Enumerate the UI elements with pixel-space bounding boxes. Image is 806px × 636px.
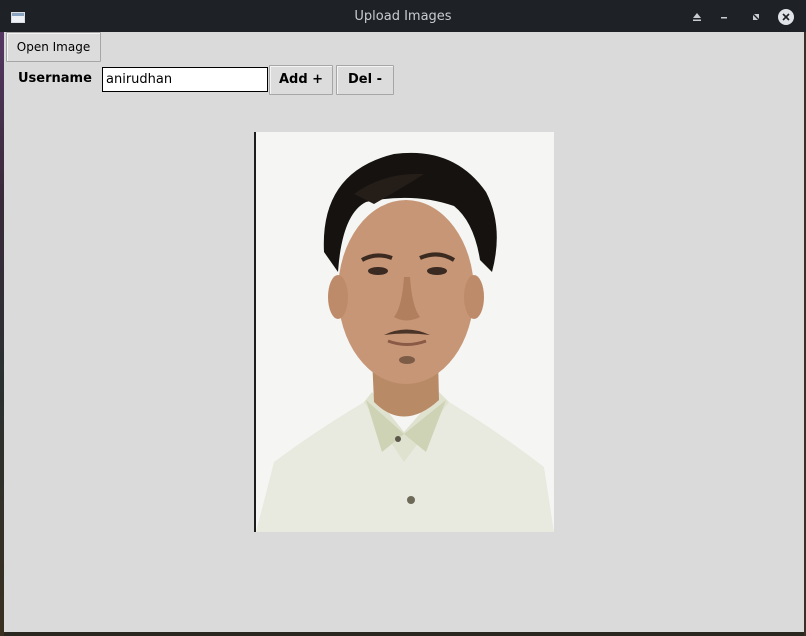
minimize-icon[interactable] (715, 8, 733, 26)
close-icon[interactable] (778, 9, 794, 25)
delete-button[interactable]: Del - (336, 65, 394, 95)
add-button[interactable]: Add + (269, 65, 333, 95)
maximize-icon[interactable] (747, 8, 765, 26)
uploaded-photo (254, 132, 554, 532)
eject-up-icon[interactable] (688, 8, 706, 26)
open-image-button[interactable]: Open Image (6, 32, 101, 62)
portrait-image (256, 132, 554, 532)
username-label: Username (18, 71, 92, 86)
title-bar[interactable]: Upload Images (0, 0, 806, 32)
upload-images-window: Upload Images Open Image Username Add + … (0, 0, 806, 632)
username-input[interactable] (102, 67, 268, 92)
window-title: Upload Images (354, 9, 452, 24)
